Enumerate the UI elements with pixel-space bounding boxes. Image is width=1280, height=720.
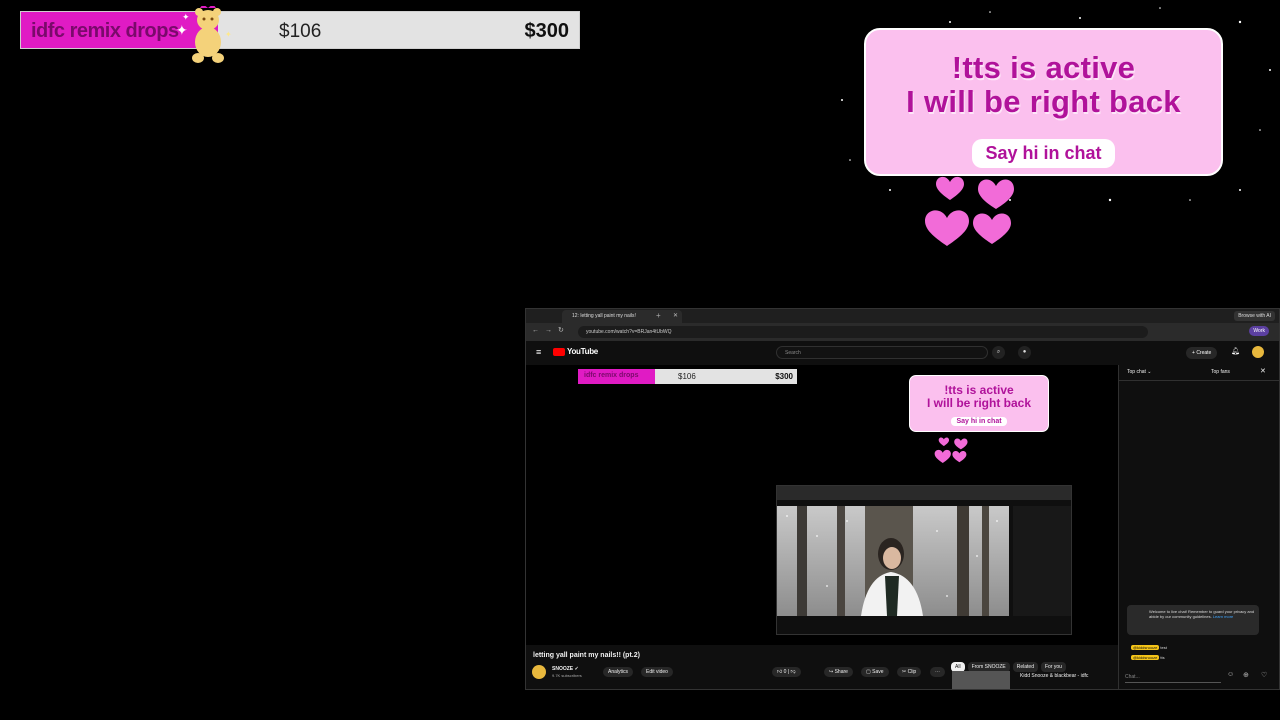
- nested-browser-toolbar: [777, 486, 1071, 500]
- mini-say-hi-pill: Say hi in chat: [951, 417, 1007, 426]
- like-count: 0: [783, 669, 787, 675]
- more-actions-icon[interactable]: ⋯: [930, 667, 945, 677]
- video-thumbnail: [777, 506, 1009, 616]
- chat-welcome-text: Welcome to live chat! Remember to guard …: [1149, 609, 1255, 619]
- brb-tts-line: !tts is active: [951, 50, 1136, 85]
- chat-mode-label: Top chat: [1127, 369, 1146, 375]
- save-button[interactable]: ▢ Save: [861, 667, 889, 677]
- heart-icon[interactable]: ♡: [1261, 671, 1267, 679]
- new-tab-icon[interactable]: +: [656, 311, 661, 320]
- analytics-button[interactable]: Analytics: [603, 667, 634, 677]
- chat-text: tts: [1160, 655, 1165, 660]
- nav-arrows-icon[interactable]: ←→↻: [532, 326, 570, 334]
- nested-browser-sidebar: [1013, 506, 1071, 616]
- mini-goal-label: idfc remix drops: [584, 372, 639, 379]
- edit-video-button[interactable]: Edit video: [641, 667, 673, 677]
- search-icon[interactable]: ⌕: [992, 346, 1005, 359]
- tab-strip: 12: letting yall paint my nails! ✕ + Bro…: [526, 309, 1279, 323]
- goal-current-amount: $106: [279, 21, 322, 42]
- mini-brb-card: !tts is active I will be right back Say …: [909, 375, 1049, 432]
- hearts-icon: [925, 176, 1014, 246]
- chat-welcome-banner: Welcome to live chat! Remember to guard …: [1127, 605, 1259, 635]
- youtube-logo-icon[interactable]: [553, 348, 565, 356]
- chat-author[interactable]: @kiddsnooze: [1131, 645, 1160, 650]
- video-player[interactable]: idfc remix drops $106 $300 !tts is activ…: [526, 365, 1118, 645]
- mini-goal-current: $106: [678, 372, 696, 381]
- chip-related[interactable]: Related: [1012, 662, 1038, 672]
- youtube-logo-text[interactable]: YouTube: [567, 347, 598, 356]
- brb-card: !tts is active I will be right back Say …: [864, 28, 1223, 176]
- channel-name-text: SNOOZE: [552, 666, 574, 672]
- clip-button[interactable]: ✂ Clip: [897, 667, 922, 677]
- create-label: Create: [1196, 350, 1212, 356]
- tab-title: 12: letting yall paint my nails!: [572, 313, 636, 319]
- mini-goal-target: $300: [775, 372, 793, 381]
- search-input[interactable]: Search: [776, 346, 988, 359]
- chat-input[interactable]: Chat...: [1125, 671, 1221, 683]
- browser-window: 12: letting yall paint my nails! ✕ + Bro…: [525, 308, 1280, 690]
- subscriber-count: 9.7K subscribers: [552, 673, 582, 678]
- goal-label: idfc remix drops: [31, 20, 179, 42]
- browse-with-ai-button[interactable]: Browse with AI: [1234, 311, 1275, 321]
- sparkle-icon: ✦: [182, 12, 190, 22]
- close-tab-icon[interactable]: ✕: [673, 312, 678, 319]
- profile-badge[interactable]: Work: [1249, 326, 1269, 336]
- create-button[interactable]: + Create: [1186, 347, 1218, 359]
- top-fans-button[interactable]: Top fans: [1211, 369, 1230, 375]
- super-chat-icon[interactable]: ⊕: [1243, 671, 1249, 679]
- share-label: Share: [834, 669, 848, 675]
- youtube-header: ≡ YouTube Search ⌕ ● + Create 🔔︎: [526, 341, 1279, 365]
- like-button[interactable]: 👍︎ 0 | 👎︎: [772, 667, 801, 677]
- mini-goal-bar: idfc remix drops $106 $300: [578, 369, 797, 384]
- recommended-title[interactable]: Kidd Snooze & blackbear - idfc: [1020, 673, 1088, 679]
- channel-avatar[interactable]: [532, 665, 546, 679]
- video-title: letting yall paint my nails!! (pt.2): [533, 652, 640, 659]
- chip-for-you[interactable]: For you: [1040, 662, 1066, 672]
- notifications-bell-icon[interactable]: 🔔︎: [1231, 347, 1240, 355]
- gummy-bear-icon: [192, 6, 224, 63]
- mic-icon[interactable]: ●: [1018, 346, 1031, 359]
- sparkle-icon: ✦: [225, 30, 232, 39]
- mini-brb-line2: I will be right back: [926, 396, 1032, 410]
- chat-message: @kiddsnooze tts: [1125, 655, 1165, 660]
- recommended-thumbnail[interactable]: [952, 671, 1010, 689]
- save-label: Save: [872, 669, 884, 675]
- share-button[interactable]: ↪ Share: [824, 667, 853, 677]
- chat-message: @kiddsnooze test: [1125, 645, 1167, 650]
- address-bar-row: ←→↻ youtube.com/watch?v=BRJan4tUbWQ Work: [526, 323, 1279, 341]
- chat-header: Top chat ⌄ Top fans ✕: [1119, 365, 1279, 381]
- screen: idfc remix drops $106 $300 ✦ ✦ ✦ !tts is…: [0, 0, 1280, 720]
- recommendation-chips: All From SNOOZE Related For you: [951, 655, 1121, 672]
- brb-right-back-line: I will be right back: [906, 84, 1181, 119]
- chat-author[interactable]: @kiddsnooze: [1131, 655, 1160, 660]
- emoji-icon[interactable]: ☺: [1227, 671, 1234, 678]
- learn-more-link[interactable]: Learn more: [1213, 614, 1233, 619]
- sparkle-icon: ✦: [176, 22, 188, 38]
- chat-mode-dropdown[interactable]: Top chat ⌄: [1127, 369, 1152, 375]
- avatar[interactable]: [1252, 346, 1264, 358]
- live-chat-panel: Top chat ⌄ Top fans ✕ Welcome to live ch…: [1118, 365, 1279, 689]
- donation-goal-bar: idfc remix drops $106 $300: [20, 11, 580, 49]
- hamburger-menu-icon[interactable]: ≡: [536, 347, 541, 357]
- channel-name[interactable]: SNOOZE ✓: [552, 666, 579, 672]
- goal-target-amount: $300: [524, 20, 570, 42]
- url-field[interactable]: youtube.com/watch?v=BRJan4tUbWQ: [578, 326, 1148, 338]
- chat-text: test: [1160, 645, 1167, 650]
- close-icon[interactable]: ✕: [1260, 367, 1266, 375]
- mini-hearts-icon: [934, 437, 968, 464]
- clip-label: Clip: [907, 669, 917, 675]
- nested-browser-capture: [776, 485, 1072, 635]
- tab-youtube-live[interactable]: 12: letting yall paint my nails! ✕: [562, 310, 682, 323]
